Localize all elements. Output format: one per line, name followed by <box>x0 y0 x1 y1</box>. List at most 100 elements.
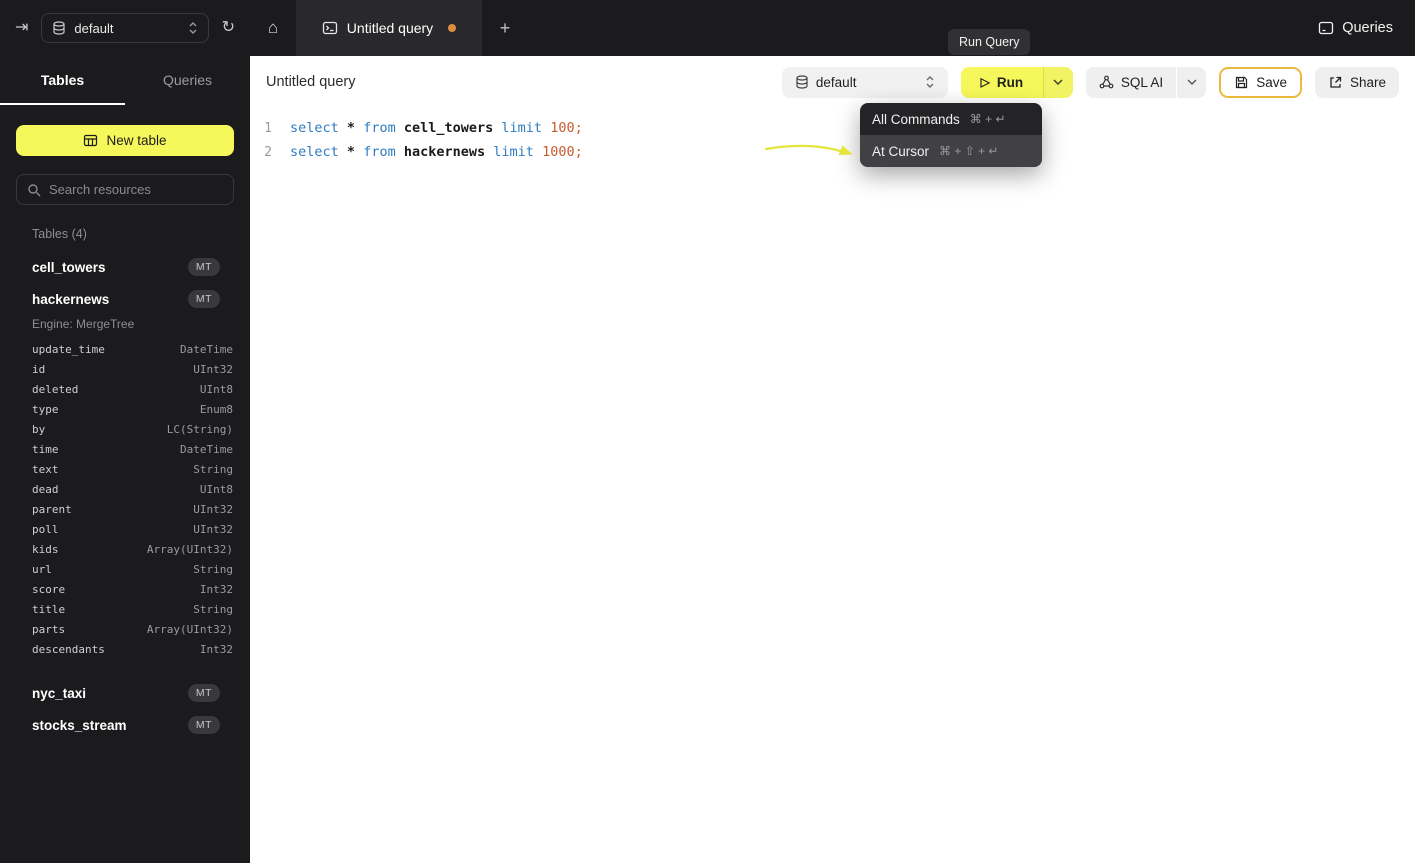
code-editor[interactable]: 1 select * from cell_towers limit 100; 2 se… <box>250 108 1415 164</box>
tab-label: Untitled query <box>347 20 433 36</box>
code-line[interactable]: 2 select * from hackernews limit 1000; <box>250 140 1415 164</box>
column-type: String <box>193 603 233 616</box>
column-row: partsArray(UInt32) <box>0 619 250 639</box>
sidebar-tab-tables[interactable]: Tables <box>0 56 125 105</box>
sidebar: Tables Queries New table Tables (4) cell… <box>0 56 250 863</box>
sql-ai-label: SQL AI <box>1121 75 1163 90</box>
table-grid-icon <box>83 133 98 148</box>
column-type: Int32 <box>200 583 233 596</box>
sql-ai-icon <box>1099 75 1114 90</box>
column-type: Array(UInt32) <box>147 543 233 556</box>
column-type: UInt32 <box>193 503 233 516</box>
share-button-label: Share <box>1350 75 1386 90</box>
sql-ai-button[interactable]: SQL AI <box>1086 67 1176 98</box>
plus-icon: + <box>500 18 511 39</box>
engine-badge: MT <box>188 684 220 702</box>
line-number: 1 <box>250 121 272 136</box>
share-icon <box>1328 75 1343 90</box>
engine-label: Engine: MergeTree <box>0 315 250 337</box>
home-tab[interactable]: ⌂ <box>250 0 296 56</box>
search-input[interactable] <box>49 182 225 197</box>
home-icon: ⌂ <box>268 18 278 38</box>
column-row: typeEnum8 <box>0 399 250 419</box>
engine-badge: MT <box>188 716 220 734</box>
table-row-nyc-taxi[interactable]: nyc_taxi MT <box>0 677 250 709</box>
database-selector[interactable]: default <box>782 67 948 98</box>
save-button-label: Save <box>1256 75 1287 90</box>
column-row: deletedUInt8 <box>0 379 250 399</box>
search-box <box>16 174 234 205</box>
column-row: textString <box>0 459 250 479</box>
column-name: dead <box>32 483 59 496</box>
table-name: hackernews <box>32 292 109 307</box>
column-row: by LC(String) <box>0 419 250 439</box>
code-text: select * from cell_towers limit 100; <box>290 120 583 136</box>
column-name: parts <box>32 623 65 636</box>
topbar-database-value: default <box>74 21 113 36</box>
column-name: text <box>32 463 59 476</box>
tab-untitled-query[interactable]: Untitled query <box>296 0 482 56</box>
run-button[interactable]: ▷ Run <box>961 67 1043 98</box>
new-table-button[interactable]: New table <box>16 125 234 156</box>
code-text: select * from hackernews limit 1000; <box>290 144 583 160</box>
column-type: Int32 <box>200 643 233 656</box>
sidebar-tab-queries[interactable]: Queries <box>125 56 250 105</box>
column-name: score <box>32 583 65 596</box>
column-row: idUInt32 <box>0 359 250 379</box>
column-row: score Int32 <box>0 579 250 599</box>
column-row: update_timeDateTime <box>0 339 250 359</box>
column-row: parent UInt32 <box>0 499 250 519</box>
column-type: LC(String) <box>167 423 233 436</box>
chevron-down-icon <box>1187 79 1197 85</box>
main-header: Untitled query default ▷ Run <box>250 56 1415 108</box>
column-type: UInt8 <box>200 483 233 496</box>
code-line[interactable]: 1 select * from cell_towers limit 100; <box>250 116 1415 140</box>
sidebar-collapse-icon[interactable]: ⇥ <box>15 20 28 36</box>
top-bar: ⇥ default ↻ ⌂ Untitled query + <box>0 0 1415 56</box>
run-button-label: Run <box>997 75 1023 90</box>
column-type: DateTime <box>180 443 233 456</box>
column-name: descendants <box>32 643 105 656</box>
run-query-tooltip: Run Query <box>948 29 1030 55</box>
column-name: parent <box>32 503 72 516</box>
new-tab-button[interactable]: + <box>482 0 528 56</box>
chevron-updown-icon <box>188 21 198 35</box>
save-button[interactable]: Save <box>1219 67 1302 98</box>
sql-ai-caret[interactable] <box>1176 67 1206 98</box>
column-name: by <box>32 423 45 436</box>
table-row-cell-towers[interactable]: cell_towers MT <box>0 251 250 283</box>
engine-badge: MT <box>188 290 220 308</box>
refresh-icon[interactable]: ↻ <box>222 20 235 36</box>
queries-icon <box>1318 20 1334 36</box>
column-name: poll <box>32 523 59 536</box>
menu-item-label: At Cursor <box>872 144 929 159</box>
console-icon <box>322 20 338 36</box>
menu-item-at-cursor[interactable]: At Cursor ⌘ + ⇧ + ↵ <box>860 135 1042 167</box>
search-icon <box>27 183 41 197</box>
topbar-database-selector[interactable]: default <box>41 13 208 43</box>
run-options-caret[interactable] <box>1043 67 1073 98</box>
menu-item-all-commands[interactable]: All Commands ⌘ + ↵ <box>860 103 1042 135</box>
column-row: title String <box>0 599 250 619</box>
column-row: timeDateTime <box>0 439 250 459</box>
database-selector-value: default <box>816 75 857 90</box>
hackernews-columns: update_timeDateTimeidUInt32deletedUInt8t… <box>0 337 250 663</box>
column-name: type <box>32 403 59 416</box>
chevron-down-icon <box>1053 79 1063 85</box>
table-row-stocks-stream[interactable]: stocks_stream MT <box>0 709 250 741</box>
database-icon <box>795 75 809 89</box>
column-name: title <box>32 603 65 616</box>
chevron-updown-icon <box>925 75 935 89</box>
queries-button[interactable]: Queries <box>1318 20 1393 36</box>
menu-item-label: All Commands <box>872 112 960 127</box>
table-row-hackernews[interactable]: hackernews MT <box>0 283 250 315</box>
share-button[interactable]: Share <box>1315 67 1399 98</box>
query-toolbar: default ▷ Run <box>782 67 1399 98</box>
line-number: 2 <box>250 145 272 160</box>
column-row: pollUInt32 <box>0 519 250 539</box>
tab-strip: ⌂ Untitled query + <box>250 0 528 56</box>
column-row: urlString <box>0 559 250 579</box>
database-icon <box>52 21 66 35</box>
tables-section-title: Tables (4) <box>32 227 220 241</box>
column-type: String <box>193 563 233 576</box>
